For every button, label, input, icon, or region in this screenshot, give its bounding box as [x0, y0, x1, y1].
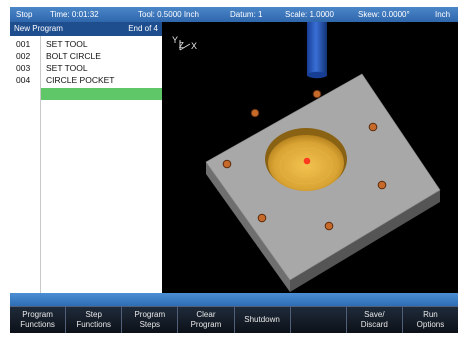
insertion-highlight	[41, 88, 162, 100]
scale: Scale: 1.0000	[285, 10, 334, 19]
step-name: SET TOOL	[46, 39, 88, 49]
part-3d-viewport[interactable]: Y Z X	[162, 22, 458, 293]
step-number: 004	[16, 75, 31, 85]
blank-softkey[interactable]	[289, 306, 346, 333]
program-title: New Program	[14, 24, 63, 33]
dro-screen: Stop Time: 0:01:32 Tool: 0.5000 Inch Dat…	[10, 7, 458, 333]
program-functions-button[interactable]: Program Functions	[10, 306, 66, 333]
axis-z-label: Z	[179, 41, 184, 50]
elapsed-time: Time: 0:01:32	[50, 10, 99, 19]
program-step-row[interactable]: 004 CIRCLE POCKET	[10, 74, 162, 86]
program-position: End of 4	[128, 24, 158, 33]
bolt-hole	[257, 213, 267, 223]
step-number: 003	[16, 63, 31, 73]
shutdown-button[interactable]: Shutdown	[233, 306, 290, 333]
bolt-hole	[377, 180, 387, 190]
program-step-row[interactable]: 001 SET TOOL	[10, 38, 162, 50]
axis-y-label: Y	[172, 35, 178, 45]
step-number: 002	[16, 51, 31, 61]
bolt-hole	[368, 122, 378, 132]
bolt-hole	[312, 89, 322, 99]
bolt-hole	[324, 221, 334, 231]
new-step-insertion-row[interactable]	[10, 88, 162, 100]
run-mode: Stop	[16, 10, 33, 19]
program-steps-button[interactable]: Program Steps	[121, 306, 178, 333]
part-preview-graphic: Y Z X	[172, 22, 441, 292]
step-functions-button[interactable]: Step Functions	[65, 306, 122, 333]
message-bar	[10, 293, 458, 306]
program-step-row[interactable]: 002 BOLT CIRCLE	[10, 50, 162, 62]
bolt-hole	[222, 159, 232, 169]
datum: Datum: 1	[230, 10, 263, 19]
axis-triad: Y Z X	[172, 35, 197, 51]
run-options-button[interactable]: Run Options	[401, 306, 458, 333]
program-header: New Program End of 4	[10, 22, 162, 36]
program-step-row[interactable]: 003 SET TOOL	[10, 62, 162, 74]
tool-position-marker	[303, 157, 311, 165]
step-name: CIRCLE POCKET	[46, 75, 115, 85]
bolt-hole	[250, 108, 260, 118]
softkey-bar: Program Functions Step Functions Program…	[10, 306, 458, 333]
save-discard-button[interactable]: Save/ Discard	[345, 306, 402, 333]
clear-program-button[interactable]: Clear Program	[177, 306, 234, 333]
step-number: 001	[16, 39, 31, 49]
tool-size: Tool: 0.5000 Inch	[138, 10, 199, 19]
program-panel: New Program End of 4 001 SET TOOL 002 BO…	[10, 22, 162, 293]
step-name: BOLT CIRCLE	[46, 51, 101, 61]
status-bar: Stop Time: 0:01:32 Tool: 0.5000 Inch Dat…	[10, 7, 458, 22]
end-mill-tool	[307, 22, 327, 79]
step-name: SET TOOL	[46, 63, 88, 73]
skew: Skew: 0.0000°	[358, 10, 410, 19]
units: Inch	[435, 10, 451, 19]
axis-x-label: X	[191, 41, 197, 51]
